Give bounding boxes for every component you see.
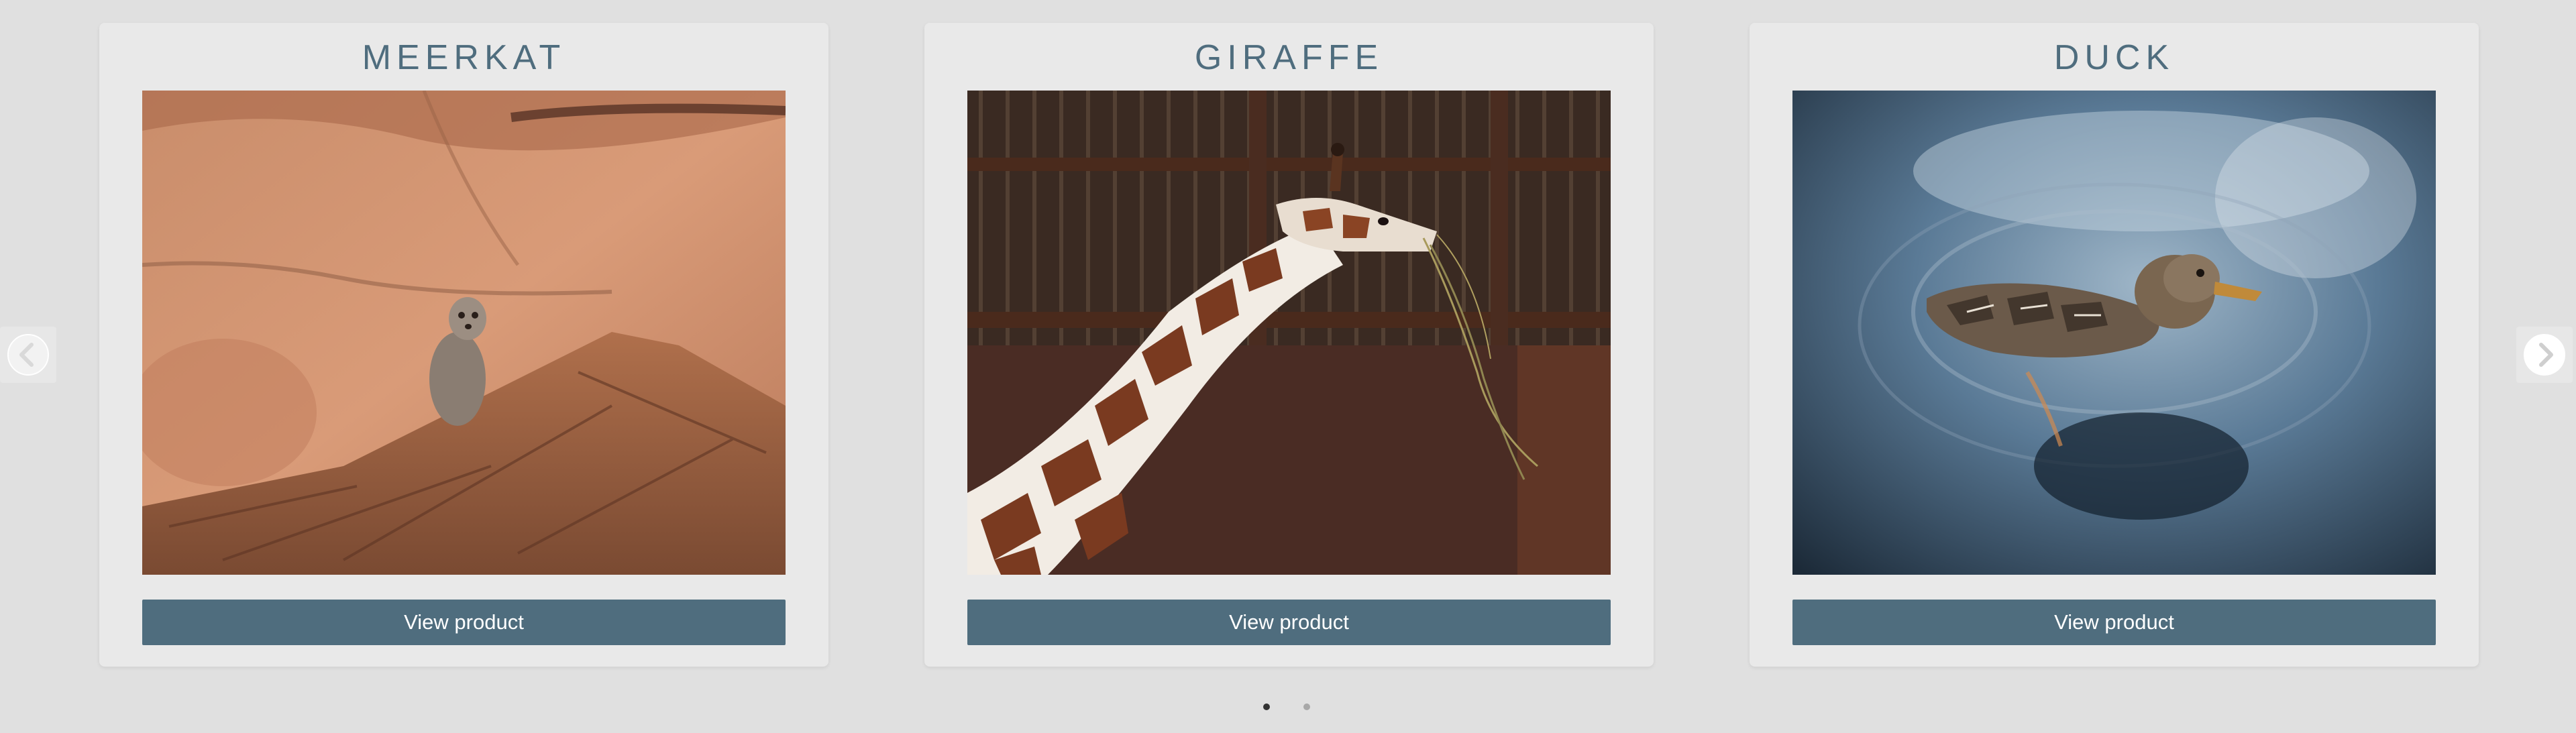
carousel-next-button[interactable]: [2516, 327, 2573, 383]
view-product-button[interactable]: View product: [1792, 600, 2436, 645]
carousel-pagination: [1263, 703, 1310, 710]
carousel-prev-button[interactable]: [0, 327, 56, 383]
product-card-duck: DUCK View product: [1750, 23, 2479, 667]
giraffe-photo: [967, 91, 1611, 575]
view-product-button[interactable]: View product: [967, 600, 1611, 645]
product-image-meerkat[interactable]: [142, 91, 786, 575]
product-card-meerkat: MEERKAT View product: [99, 23, 828, 667]
product-carousel: MEERKAT View product GIRAFFE View produc…: [0, 0, 2576, 733]
duck-photo: [1792, 91, 2436, 575]
chevron-left-circle-icon: [7, 334, 49, 376]
product-card-giraffe: GIRAFFE View product: [924, 23, 1654, 667]
pagination-dot-2[interactable]: [1303, 703, 1310, 710]
view-product-button[interactable]: View product: [142, 600, 786, 645]
product-title: MEERKAT: [362, 38, 566, 77]
meerkat-photo: [142, 91, 786, 575]
product-title: GIRAFFE: [1194, 38, 1384, 77]
product-image-duck[interactable]: [1792, 91, 2436, 575]
chevron-right-circle-icon: [2524, 334, 2565, 376]
product-title: DUCK: [2053, 38, 2175, 77]
pagination-dot-1[interactable]: [1263, 703, 1270, 710]
product-image-giraffe[interactable]: [967, 91, 1611, 575]
